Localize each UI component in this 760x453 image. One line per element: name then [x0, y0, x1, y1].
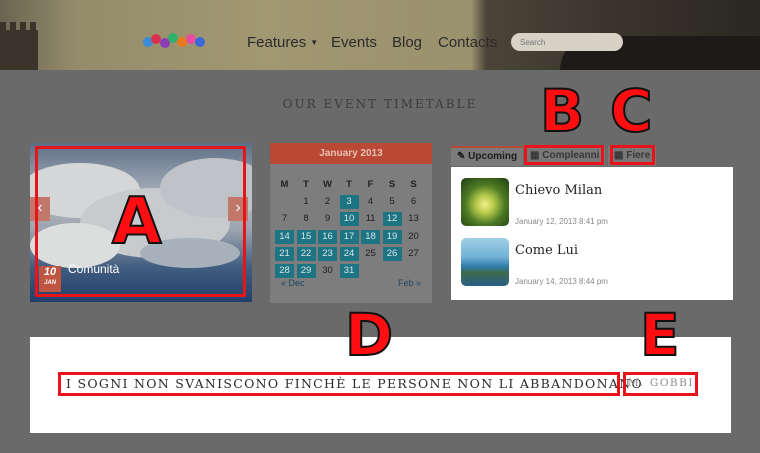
calendar-day: 13 — [408, 213, 419, 225]
calendar-day: 25 — [365, 247, 376, 259]
annotation-letter-b: B — [539, 77, 585, 145]
calendar-day: 27 — [408, 247, 419, 259]
calendar-event-day[interactable]: 14 — [275, 229, 294, 244]
calendar-weekday: W — [323, 179, 332, 190]
calendar-weekday: F — [367, 179, 374, 190]
nav-blog[interactable]: Blog — [392, 34, 422, 51]
calendar-weekday: S — [388, 179, 396, 190]
calendar-event-day[interactable]: 16 — [318, 229, 337, 244]
calendar-day: 5 — [389, 196, 395, 208]
tab-upcoming[interactable]: ✎ Upcoming — [451, 146, 524, 166]
calendar-event-day[interactable]: 21 — [275, 246, 294, 261]
calendar-month-title: January 2013 — [270, 143, 432, 164]
calendar-day: 7 — [281, 213, 288, 225]
calendar-day: 11 — [365, 213, 376, 225]
calendar-weekday: M — [280, 179, 289, 190]
event-title[interactable]: Chievo Milan — [515, 183, 602, 198]
calendar-event-day[interactable]: 29 — [296, 264, 316, 278]
calendar-event-day[interactable]: 10 — [339, 212, 359, 227]
calendar-weekday: T — [303, 179, 309, 190]
calendar-weekday: T — [346, 179, 352, 190]
event-title[interactable]: Come Lui — [515, 243, 578, 258]
annotation-letter-d: D — [344, 301, 394, 369]
annotation-box-e — [623, 372, 698, 396]
calendar-event-day[interactable]: 26 — [382, 246, 402, 261]
calendar-event-day[interactable]: 28 — [275, 264, 294, 278]
calendar-day: 30 — [322, 265, 333, 276]
calendar-event-day[interactable]: 22 — [296, 246, 316, 261]
annotation-letter-c: C — [609, 77, 654, 145]
annotation-box-c — [610, 145, 655, 165]
calendar-event-day[interactable]: 23 — [318, 246, 337, 261]
event-thumbnail[interactable] — [461, 178, 509, 226]
nav-contacts[interactable]: Contacts — [438, 34, 497, 51]
calendar-day: 1 — [303, 196, 309, 208]
nav-features-label: Features — [247, 34, 307, 51]
calendar-next-link[interactable]: Feb » — [398, 278, 421, 288]
calendar-day: 4 — [367, 196, 374, 208]
calendar-event-day[interactable]: 17 — [339, 229, 359, 244]
zigzag-divider — [0, 435, 760, 453]
calendar-event-day[interactable]: 24 — [339, 246, 359, 261]
calendar-event-day[interactable]: 12 — [382, 212, 402, 227]
calendar-event-day[interactable]: 19 — [382, 229, 402, 244]
calendar-event-day[interactable]: 3 — [339, 195, 359, 210]
calendar-weekday: S — [410, 179, 417, 190]
calendar-event-day[interactable]: 18 — [361, 229, 380, 244]
calendar-day: 8 — [303, 213, 309, 225]
calendar-event-day[interactable]: 31 — [339, 264, 359, 278]
search-input[interactable] — [511, 33, 623, 51]
calendar-day: 20 — [408, 230, 419, 242]
calendar-day: 9 — [324, 213, 331, 225]
nav-events[interactable]: Events — [331, 34, 377, 51]
nav-features[interactable]: Features ▼ — [247, 34, 318, 51]
calendar-day: 6 — [410, 196, 417, 208]
annotation-box-b — [524, 145, 604, 165]
castle-tower-silhouette — [0, 22, 38, 70]
calendar-prev-link[interactable]: « Dec — [281, 278, 305, 288]
pin-icon: ✎ — [457, 151, 466, 162]
event-date: January 14, 2013 8:44 pm — [515, 277, 608, 286]
site-header: Features ▼ Events Blog Contacts — [0, 0, 760, 70]
event-thumbnail[interactable] — [461, 238, 509, 286]
calendar-day: 2 — [324, 196, 331, 208]
annotation-letter-a: A — [111, 185, 163, 259]
tab-upcoming-label: Upcoming — [468, 151, 518, 162]
caret-down-icon: ▼ — [310, 38, 319, 47]
events-list-panel: Chievo Milan January 12, 2013 8:41 pm Co… — [451, 167, 733, 300]
annotation-letter-e: E — [639, 301, 681, 369]
calendar-event-day[interactable]: 15 — [296, 229, 316, 244]
colorful-logo-icon[interactable] — [140, 30, 208, 52]
annotation-box-d — [58, 372, 620, 396]
event-date: January 12, 2013 8:41 pm — [515, 217, 608, 226]
